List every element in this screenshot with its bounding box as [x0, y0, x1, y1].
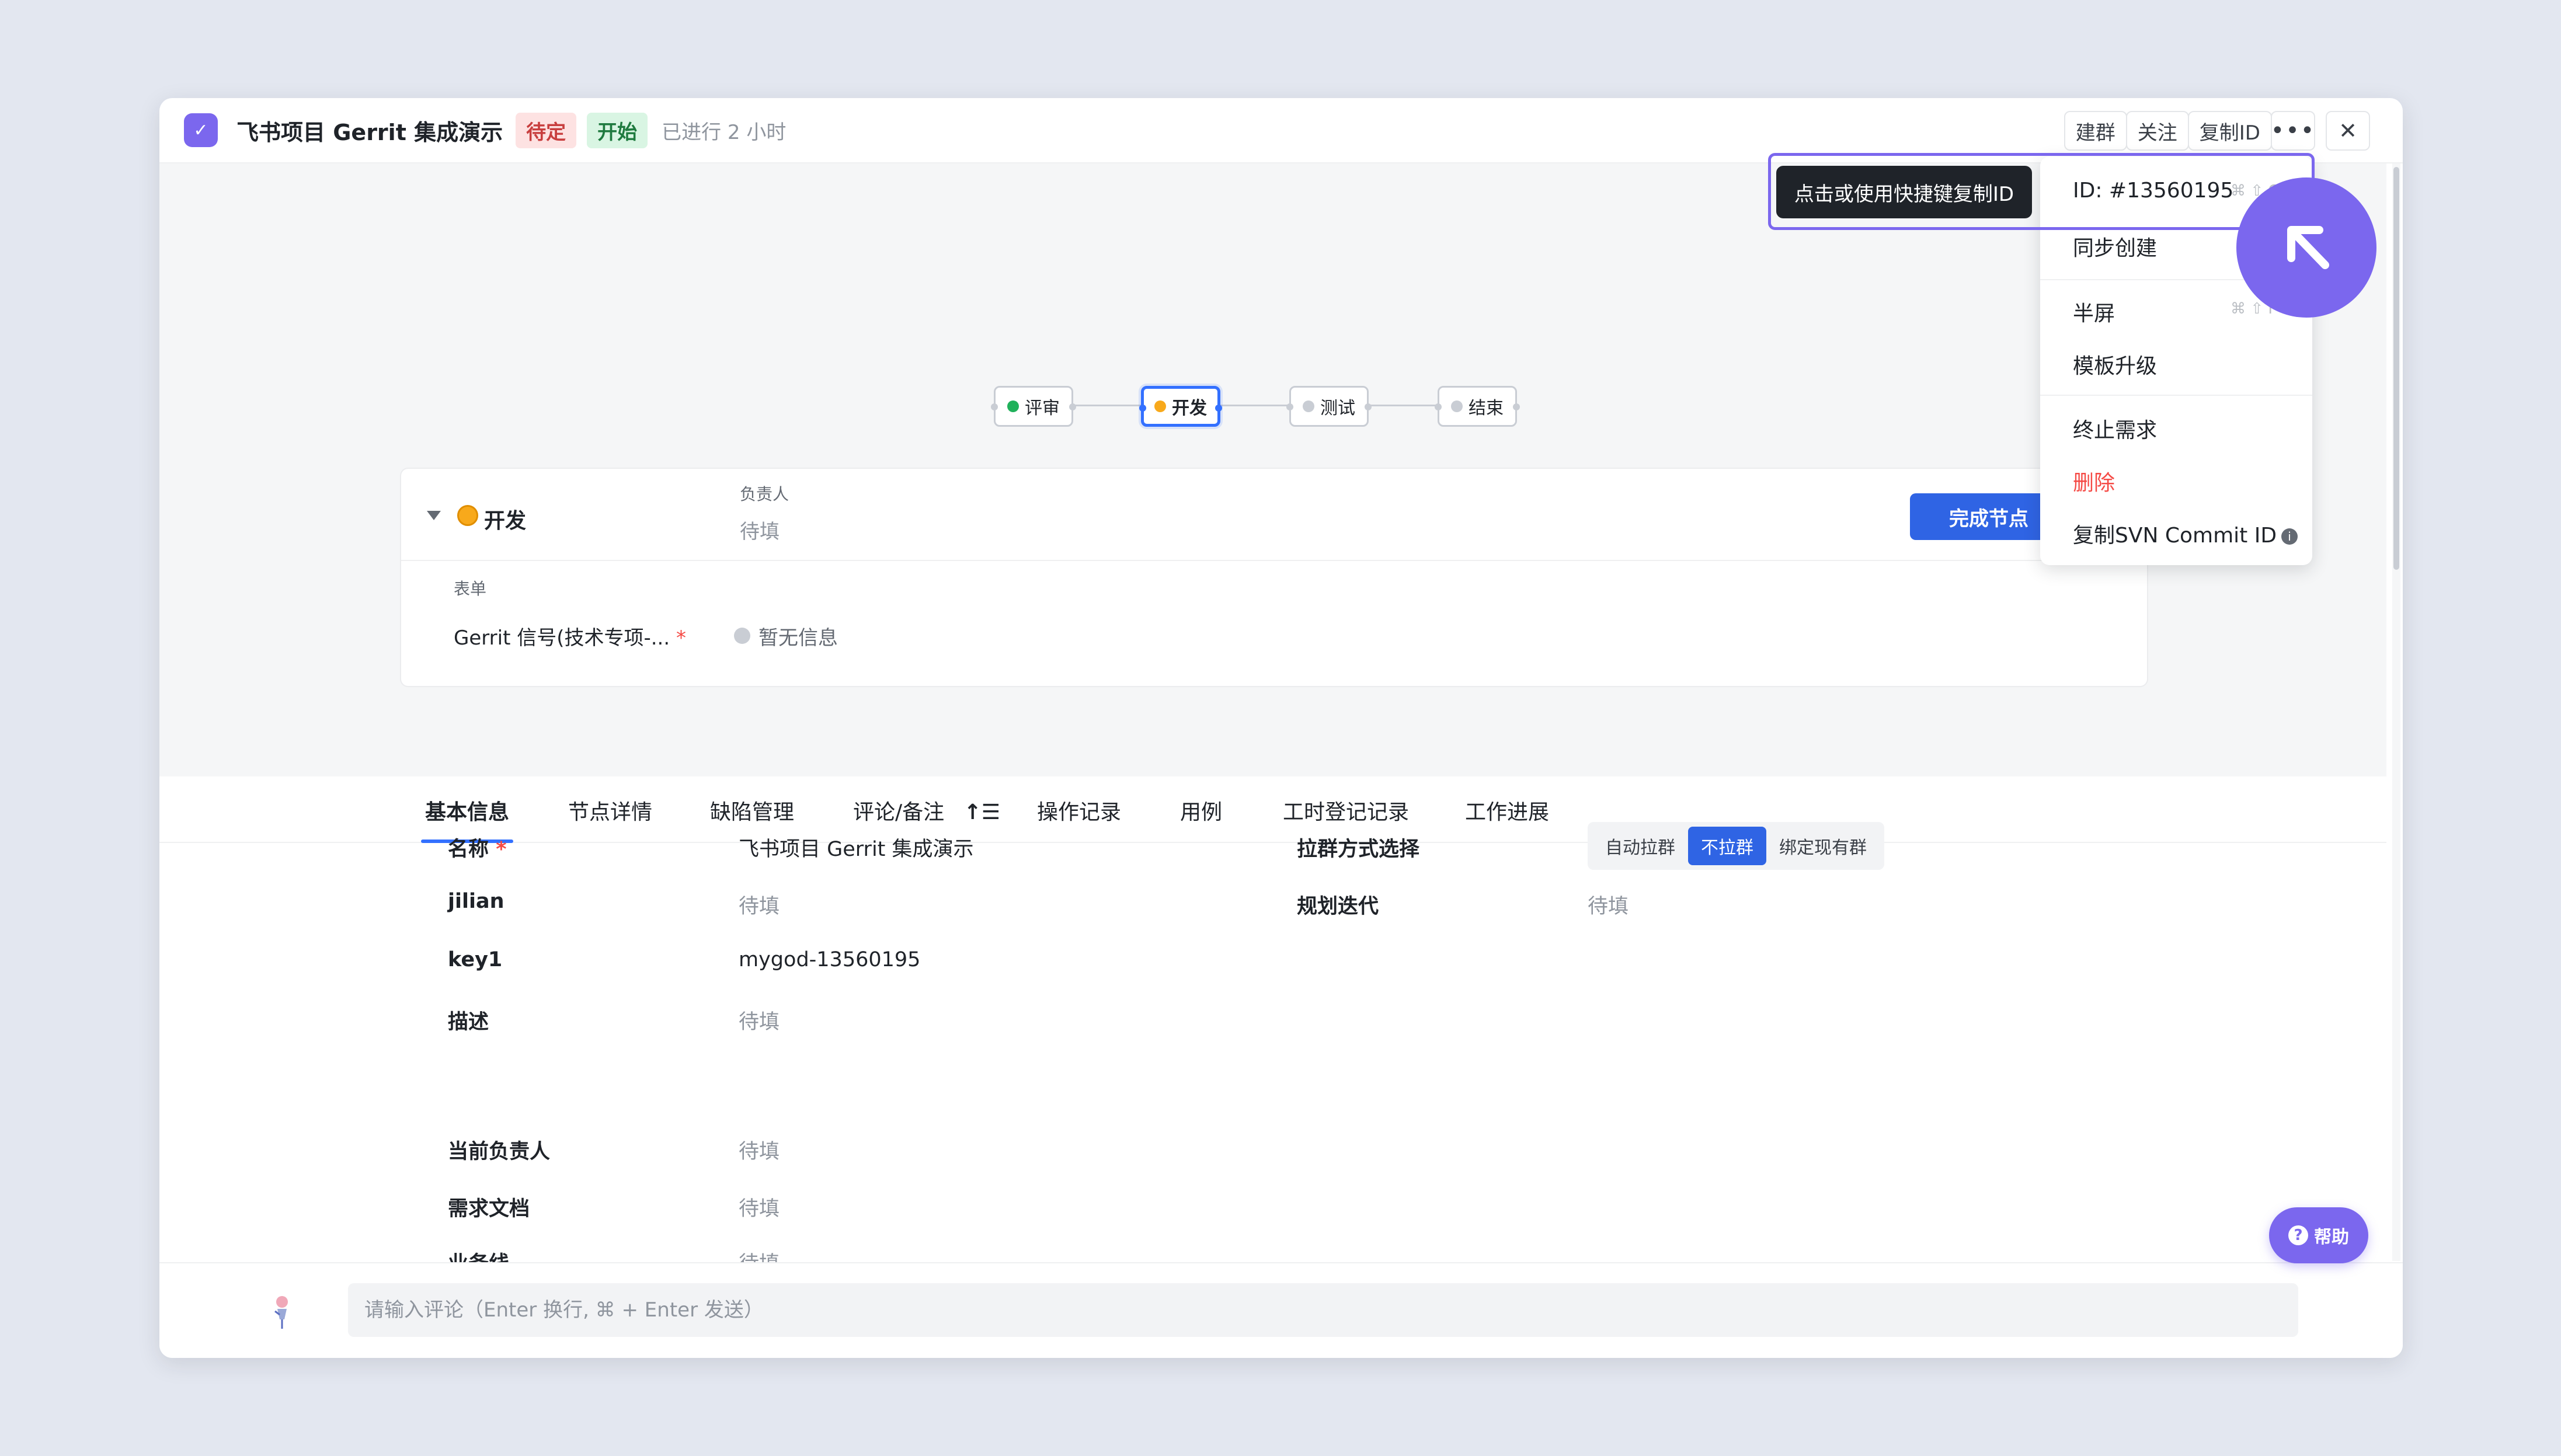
page-title: 飞书项目 Gerrit 集成演示: [236, 119, 503, 145]
copy-svn-label: 复制SVN Commit ID: [2073, 524, 2277, 548]
field-label-business-line: 业务线: [448, 1247, 509, 1262]
node-status-dot: [1303, 400, 1314, 412]
node-card: 开发 负责人 待填 完成节点 表单 Gerrit 信号(技术专项-... * 暂…: [400, 468, 2148, 687]
scrollbar-thumb[interactable]: [2393, 167, 2399, 570]
gerrit-field-label: Gerrit 信号(技术专项-... *: [454, 622, 686, 650]
workflow-node-develop[interactable]: 开发: [1139, 386, 1222, 427]
menu-item-sync-create[interactable]: 同步创建: [2073, 231, 2157, 262]
comment-input[interactable]: [348, 1283, 2298, 1337]
required-mark: *: [676, 626, 686, 650]
app-check-icon: ✓: [184, 113, 218, 147]
node-port: [991, 403, 998, 410]
field-label-description: 描述: [448, 1011, 489, 1034]
field-value-current-owner[interactable]: 待填: [739, 1135, 780, 1165]
required-mark: *: [496, 838, 507, 861]
help-label: 帮助: [2314, 1227, 2349, 1248]
field-value-description[interactable]: 待填: [739, 1005, 780, 1035]
node-port: [1069, 403, 1076, 410]
node-label: 结束: [1469, 398, 1504, 419]
segment-bind-existing[interactable]: 绑定现有群: [1766, 827, 1880, 865]
field-value-business-line[interactable]: 待填: [739, 1247, 780, 1262]
tab-comments[interactable]: 评论/备注 ↑☰: [853, 795, 1000, 825]
help-icon: ?: [2288, 1225, 2308, 1245]
user-avatar-icon[interactable]: [265, 1294, 296, 1330]
field-label-iteration: 规划迭代: [1297, 895, 1379, 918]
workflow-node-end[interactable]: 结束: [1435, 386, 1520, 427]
node-label: 评审: [1025, 398, 1060, 419]
collapse-caret-icon[interactable]: [427, 511, 441, 520]
sort-icon[interactable]: ↑☰: [964, 800, 1000, 824]
node-status-dot: [1451, 400, 1463, 412]
more-icon[interactable]: •••: [2271, 111, 2315, 151]
close-icon[interactable]: ✕: [2326, 111, 2370, 151]
node-name: 开发: [484, 509, 527, 533]
node-port: [1139, 405, 1146, 412]
node-port: [1435, 403, 1442, 410]
menu-item-template-upgrade[interactable]: 模板升级: [2073, 349, 2157, 379]
detail-window: ✓ 飞书项目 Gerrit 集成演示 待定 开始 已进行 2 小时 建群 关注 …: [159, 98, 2403, 1358]
status-badge-start[interactable]: 开始: [587, 112, 648, 148]
field-value-key1[interactable]: mygod-13560195: [739, 948, 920, 971]
tab-time-log[interactable]: 工时登记记录: [1283, 795, 1409, 825]
tab-test-cases[interactable]: 用例: [1180, 795, 1222, 825]
node-port: [1215, 405, 1222, 412]
segment-no-group[interactable]: 不拉群: [1688, 827, 1766, 865]
menu-item-delete[interactable]: 删除: [2073, 466, 2115, 496]
field-value-jilian[interactable]: 待填: [739, 890, 780, 919]
elapsed-time: 已进行 2 小时: [662, 120, 787, 144]
menu-item-terminate[interactable]: 终止需求: [2073, 413, 2157, 444]
field-value-name[interactable]: 飞书项目 Gerrit 集成演示: [739, 833, 974, 862]
node-status-dot: [457, 505, 478, 526]
node-port: [1513, 403, 1520, 410]
workflow-node-test[interactable]: 测试: [1286, 386, 1372, 427]
owner-label: 负责人: [740, 485, 789, 504]
tab-comments-label: 评论/备注: [853, 800, 945, 824]
field-value-iteration[interactable]: 待填: [1588, 890, 1629, 919]
info-icon: i: [2281, 528, 2298, 545]
copy-id-tooltip: 点击或使用快捷键复制ID: [1776, 166, 2032, 218]
workflow-node-review[interactable]: 评审: [991, 386, 1076, 427]
empty-status-dot: [734, 628, 750, 644]
status-badge-pending[interactable]: 待定: [516, 112, 577, 148]
tab-basic-info[interactable]: 基本信息: [425, 795, 509, 825]
cursor-pointer-icon: [2236, 177, 2376, 318]
node-port: [1286, 403, 1293, 410]
tab-operation-log[interactable]: 操作记录: [1037, 795, 1121, 825]
field-label-key1: key1: [448, 948, 503, 971]
build-group-button[interactable]: 建群: [2064, 111, 2127, 151]
gerrit-field-name: Gerrit 信号(技术专项-...: [454, 626, 670, 650]
field-label-text: 名称: [448, 838, 489, 861]
group-mode-segmented: 自动拉群 不拉群 绑定现有群: [1588, 822, 1884, 870]
arrow-up-left-icon: [2287, 226, 2329, 269]
node-label: 开发: [1172, 398, 1207, 419]
field-value-requirement-doc[interactable]: 待填: [739, 1192, 780, 1222]
node-label: 测试: [1320, 398, 1355, 419]
segment-auto-group[interactable]: 自动拉群: [1592, 827, 1688, 865]
field-label-name: 名称 *: [448, 833, 507, 862]
help-button[interactable]: ? 帮助: [2269, 1207, 2368, 1263]
node-status-dot: [1154, 400, 1166, 412]
node-status-dot: [1007, 400, 1019, 412]
gerrit-field-value: 暂无信息: [758, 626, 838, 650]
field-label-jilian: jilian: [448, 890, 504, 913]
comment-bar: [159, 1262, 2403, 1358]
follow-button[interactable]: 关注: [2125, 111, 2189, 151]
node-port: [1365, 403, 1372, 410]
field-label-requirement-doc: 需求文档: [448, 1197, 530, 1221]
menu-divider: [2040, 395, 2312, 396]
node-card-header: 开发 负责人 待填 完成节点: [401, 469, 2147, 561]
header-actions: 建群 关注 复制ID ••• ✕: [2064, 111, 2370, 151]
tab-progress[interactable]: 工作进展: [1465, 795, 1549, 825]
tab-defects[interactable]: 缺陷管理: [710, 795, 794, 825]
form-label: 表单: [454, 579, 487, 598]
tab-node-details[interactable]: 节点详情: [568, 795, 652, 825]
menu-item-half-screen[interactable]: 半屏: [2073, 297, 2115, 327]
menu-item-copy-svn[interactable]: 复制SVN Commit ID i: [2073, 518, 2298, 549]
owner-value[interactable]: 待填: [740, 515, 780, 544]
field-label-group-mode: 拉群方式选择: [1297, 838, 1420, 861]
copy-id-button[interactable]: 复制ID: [2187, 111, 2272, 151]
field-label-current-owner: 当前负责人: [448, 1140, 551, 1164]
